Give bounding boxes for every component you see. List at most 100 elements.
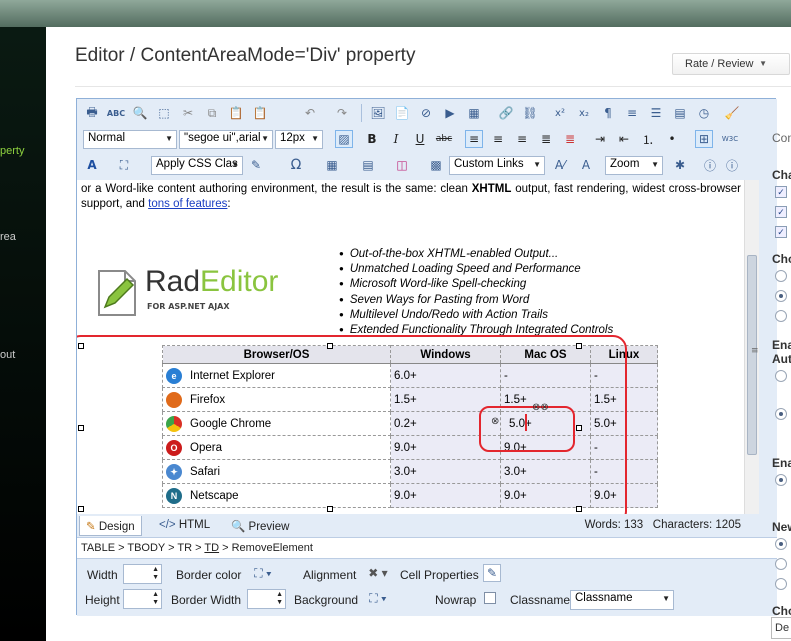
superscript-icon[interactable]: x²	[551, 104, 569, 122]
cell-resize-icon[interactable]: ⊗	[491, 416, 499, 427]
strip-format-icon[interactable]: A	[577, 156, 595, 174]
image-map-icon[interactable]: ▨	[335, 130, 353, 148]
spellcheck-icon[interactable]: ABC	[107, 104, 125, 122]
paragraph-style-icon[interactable]: ▤	[359, 156, 377, 174]
align-right-icon[interactable]: ≡	[513, 130, 531, 148]
path-remove-element[interactable]: > RemoveElement	[219, 542, 313, 554]
align-left-icon[interactable]: ≡	[465, 130, 483, 148]
font-size-select[interactable]: 12px ▼	[275, 130, 323, 149]
numbered-list-icon[interactable]: ⒈	[639, 130, 657, 148]
image-manager-icon[interactable]: 🖼	[369, 104, 387, 122]
config-radio[interactable]	[775, 538, 787, 550]
cut-icon[interactable]: ✂	[179, 104, 197, 122]
xhtml-validator-icon[interactable]: W3C	[721, 130, 739, 148]
document-manager-icon[interactable]: 📄	[393, 104, 411, 122]
horizontal-rule-icon[interactable]: ☰	[647, 104, 665, 122]
insert-snippet-icon[interactable]: ◫	[393, 156, 411, 174]
flash-manager-icon[interactable]: ⊘	[417, 104, 435, 122]
format-stripper-icon[interactable]: ≡	[623, 104, 641, 122]
select-all-icon[interactable]: ⬚	[155, 104, 173, 122]
features-link[interactable]: tons of features	[148, 198, 227, 210]
classname-select[interactable]: Classname ▼	[570, 590, 674, 610]
content-area[interactable]: or a Word-like content authoring environ…	[77, 180, 744, 514]
redo-icon[interactable]: ↷	[333, 104, 351, 122]
bold-icon[interactable]: B	[363, 130, 381, 148]
unlink-icon[interactable]: ⛓	[521, 104, 539, 122]
width-spinner[interactable]: ▲ ▼	[123, 564, 162, 584]
border-color-picker[interactable]: ⛶ ▾	[247, 564, 279, 582]
path-current-td[interactable]: TD	[204, 542, 219, 554]
tab-html-label: HTML	[178, 519, 211, 531]
config-radio[interactable]	[775, 310, 787, 322]
hyperlink-icon[interactable]: 🔗	[497, 104, 515, 122]
format-painter-icon[interactable]: ✎	[247, 156, 265, 174]
column-resize-icon[interactable]: ⊗⊗	[532, 402, 549, 413]
path-prefix[interactable]: TABLE > TBODY > TR >	[81, 542, 204, 554]
underline-icon[interactable]: U	[411, 130, 429, 148]
insert-table-icon[interactable]: ▦	[323, 156, 341, 174]
paste-icon[interactable]: 📋	[227, 104, 245, 122]
nowrap-checkbox[interactable]	[484, 592, 496, 604]
about-icon[interactable]: ⓘ	[723, 156, 741, 174]
alignment-picker[interactable]: ✖ ▾	[362, 564, 394, 582]
config-input[interactable]: De	[771, 617, 791, 639]
help-icon[interactable]: ⓘ	[701, 156, 719, 174]
tab-html[interactable]: </> HTML	[153, 516, 216, 536]
font-name-select[interactable]: "segoe ui",arial ▼	[179, 130, 273, 149]
tools-icon[interactable]: ✱	[671, 156, 689, 174]
config-radio[interactable]	[775, 474, 787, 486]
custom-links-select[interactable]: Custom Links ▼	[449, 156, 545, 175]
print-icon[interactable]: 🖶	[83, 104, 101, 122]
back-color-icon[interactable]: ⛶	[115, 156, 133, 174]
cell-properties-icon[interactable]: ✎	[483, 564, 501, 582]
config-radio[interactable]	[775, 408, 787, 420]
module-manager-icon[interactable]: 🧹	[723, 104, 741, 122]
nav-item-area[interactable]: rea	[0, 231, 16, 243]
template-manager-icon[interactable]: ▦	[465, 104, 483, 122]
justify-icon[interactable]: ≣	[537, 130, 555, 148]
italic-icon[interactable]: I	[387, 130, 405, 148]
config-checkbox[interactable]: ✓	[775, 226, 787, 238]
config-radio[interactable]	[775, 558, 787, 570]
border-width-spinner[interactable]: ▲ ▼	[247, 589, 286, 609]
outdent-icon[interactable]: ⇤	[615, 130, 633, 148]
paragraph-icon[interactable]: ¶	[599, 104, 617, 122]
insert-image-icon[interactable]: ▩	[427, 156, 445, 174]
indent-icon[interactable]: ⇥	[591, 130, 609, 148]
rate-review-button[interactable]: Rate / Review ▼	[672, 53, 790, 75]
remove-alignment-icon[interactable]: ≣	[561, 130, 579, 148]
config-radio[interactable]	[775, 370, 787, 382]
subscript-icon[interactable]: x₂	[575, 104, 593, 122]
config-radio[interactable]	[775, 290, 787, 302]
insert-date-icon[interactable]: ▤	[671, 104, 689, 122]
toggle-table-border-icon[interactable]: ⊞	[695, 130, 713, 148]
paste-options-icon[interactable]: 📋	[251, 104, 269, 122]
logo-subtitle: FOR ASP.NET AJAX	[147, 302, 230, 311]
strikethrough-icon[interactable]: abc	[435, 130, 453, 148]
config-checkbox[interactable]: ✓	[775, 186, 787, 198]
convert-case-icon[interactable]: A⁄	[551, 156, 569, 174]
config-checkbox[interactable]: ✓	[775, 206, 787, 218]
media-manager-icon[interactable]: ▶	[441, 104, 459, 122]
align-center-icon[interactable]: ≡	[489, 130, 507, 148]
nav-item-layout[interactable]: out	[0, 349, 15, 361]
symbols-icon[interactable]: Ω	[287, 156, 305, 174]
zoom-select[interactable]: Zoom ▼	[605, 156, 663, 175]
background-color-picker[interactable]: ⛶ ▾	[362, 589, 394, 607]
scrollbar-thumb[interactable]: ≡	[747, 255, 759, 455]
undo-icon[interactable]: ↶	[301, 104, 319, 122]
height-spinner[interactable]: ▲ ▼	[123, 589, 162, 609]
copy-icon[interactable]: ⧉	[203, 104, 221, 122]
insert-time-icon[interactable]: ◷	[695, 104, 713, 122]
content-scrollbar[interactable]: ≡	[744, 180, 759, 514]
tab-design[interactable]: ✎ Design	[79, 516, 142, 536]
config-radio[interactable]	[775, 578, 787, 590]
tab-preview[interactable]: 🔍 Preview	[225, 516, 295, 536]
format-block-select[interactable]: Normal ▼	[83, 130, 177, 149]
apply-css-class-select[interactable]: Apply CSS Clas ▼	[151, 156, 243, 175]
config-radio[interactable]	[775, 270, 787, 282]
bulleted-list-icon[interactable]: •	[663, 130, 681, 148]
find-replace-icon[interactable]: 🔍	[131, 104, 149, 122]
nav-item-property[interactable]: perty	[0, 145, 24, 157]
fore-color-icon[interactable]: A	[83, 156, 101, 174]
